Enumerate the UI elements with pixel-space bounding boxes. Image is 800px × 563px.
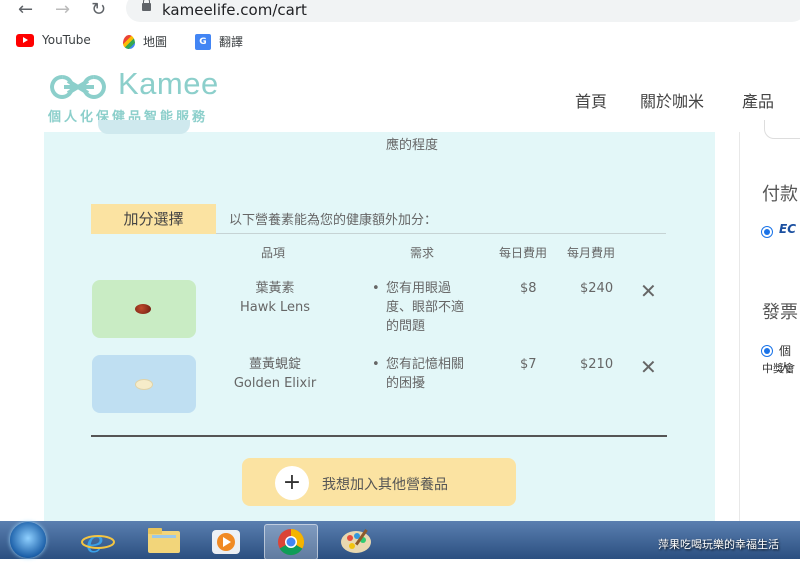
product-name-golden-elixir: 薑黃蜆錠 Golden Elixir (233, 357, 317, 391)
previous-item-need-text: 應的程度 (386, 138, 439, 153)
list-divider (91, 435, 667, 437)
logo-icon[interactable] (48, 73, 110, 101)
maps-icon (123, 34, 135, 49)
header-divider (216, 233, 666, 234)
folder-icon[interactable] (138, 524, 190, 558)
previous-item-image (98, 120, 190, 134)
sidebar-box-edge (764, 120, 800, 139)
add-supplement-label[interactable]: 我想加入其他營養品 (322, 474, 448, 494)
svg-text:e: e (86, 525, 104, 558)
payment-radio[interactable] (761, 226, 773, 238)
monthly-price: $240 (580, 281, 614, 296)
capsule-icon (135, 304, 151, 314)
column-header-item: 品項 (261, 246, 286, 260)
back-icon[interactable]: ← (18, 0, 33, 20)
paint-icon[interactable] (330, 524, 382, 558)
invoice-subtext: 中獎會 (762, 362, 795, 375)
nav-home[interactable]: 首頁 (575, 88, 607, 112)
start-button-icon[interactable] (10, 522, 46, 558)
invoice-radio[interactable] (761, 345, 773, 357)
lock-icon (142, 0, 151, 11)
tablet-icon (135, 379, 153, 390)
product-name-hawk-lens: 葉黃素 Hawk Lens (239, 281, 311, 315)
column-header-need: 需求 (410, 246, 435, 260)
bookmarks-bar (0, 22, 800, 61)
payment-label: 付款 (762, 184, 798, 205)
bookmark-maps[interactable]: 地圖 (123, 33, 167, 50)
bookmark-translate[interactable]: G 翻譯 (195, 33, 243, 50)
bookmark-youtube[interactable]: YouTube (16, 33, 91, 47)
forward-icon[interactable]: → (55, 0, 70, 20)
product-need-hawk-lens: • 您有用眼過 度、眼部不適 的問題 (372, 281, 465, 334)
logo-text[interactable]: Kamee (118, 66, 219, 102)
bonus-section-tag: 加分選擇 (91, 204, 216, 234)
invoice-label: 發票 (762, 302, 798, 323)
plus-icon[interactable]: + (275, 466, 309, 500)
remove-item-icon[interactable]: ✕ (640, 279, 657, 303)
watermark-text: 萍果吃喝玩樂的幸福生活 (658, 538, 779, 551)
column-header-monthly: 每月費用 (567, 246, 616, 260)
bonus-section-description: 以下營養素能為您的健康額外加分： (229, 213, 438, 228)
column-header-daily: 每日費用 (499, 246, 548, 260)
chrome-icon[interactable] (264, 524, 318, 560)
product-need-golden-elixir: • 您有記憶相關 的困擾 (372, 357, 465, 391)
daily-price: $7 (520, 357, 537, 372)
nav-products[interactable]: 產品 (742, 88, 774, 112)
translate-icon: G (195, 33, 211, 50)
media-player-icon[interactable] (200, 524, 252, 558)
remove-item-icon[interactable]: ✕ (640, 355, 657, 379)
monthly-price: $210 (580, 357, 614, 372)
reload-icon[interactable]: ↻ (91, 0, 106, 20)
ecpay-logo: EC (779, 222, 797, 236)
url-text[interactable]: kameelife.com/cart (162, 1, 307, 19)
youtube-icon (16, 33, 34, 47)
daily-price: $8 (520, 281, 537, 296)
ie-icon[interactable]: e (72, 524, 124, 560)
nav-about[interactable]: 關於咖米 (640, 88, 704, 112)
